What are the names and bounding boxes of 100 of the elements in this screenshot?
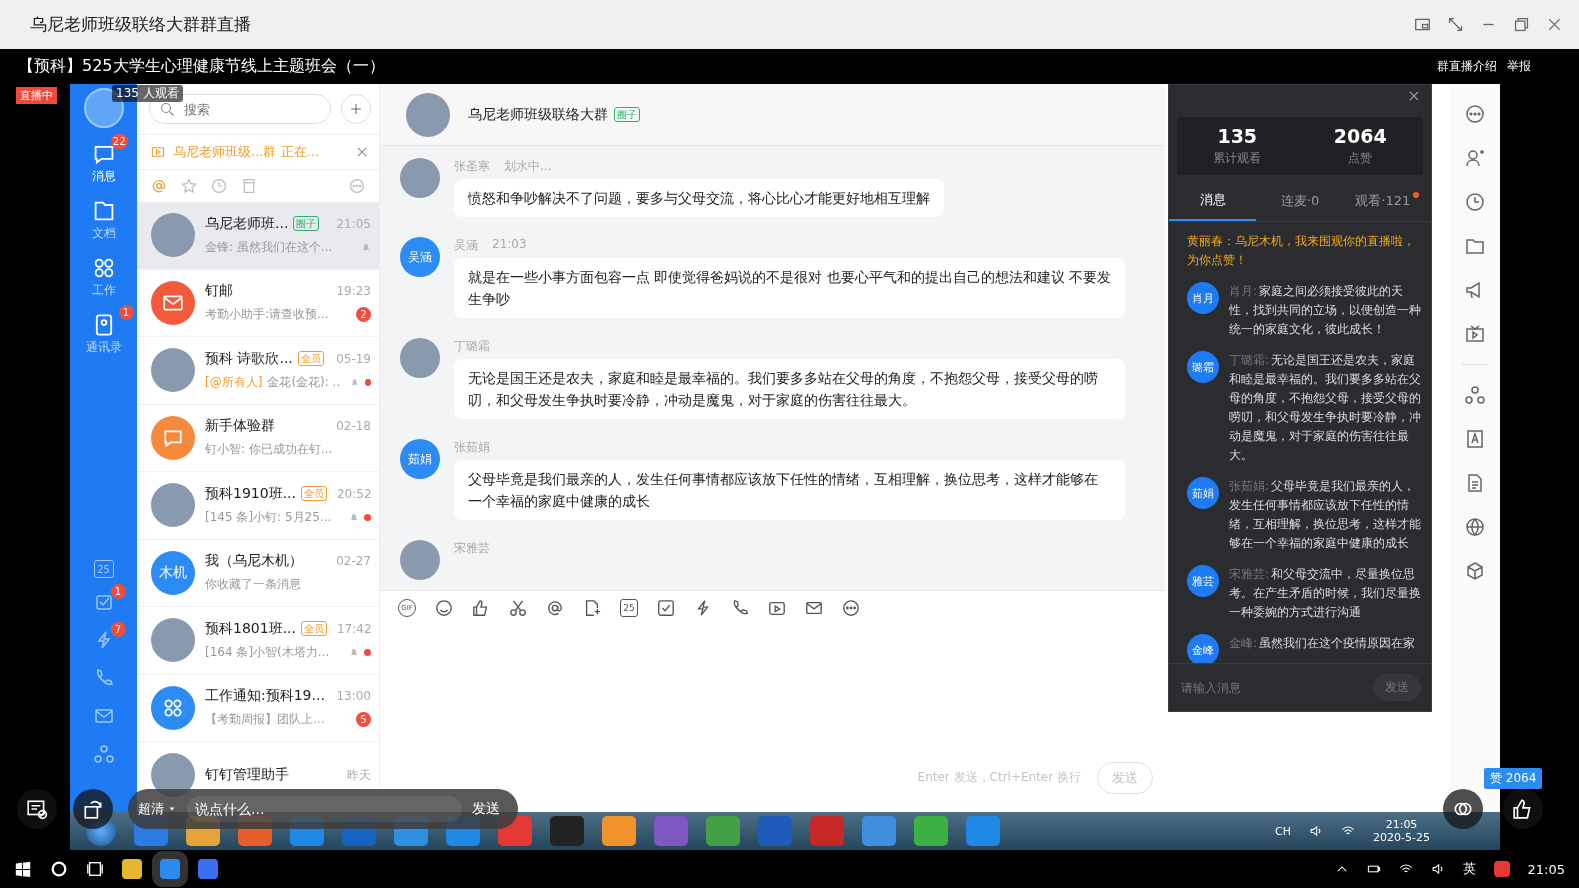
check-icon[interactable] [657, 599, 675, 617]
conversation-item[interactable]: 预科1801班... 全员 17:42 [164 条]小智(木塔力... [137, 607, 379, 675]
name-avatar: 吴涵 [400, 237, 440, 277]
report-link[interactable]: 举报 [1507, 58, 1531, 75]
close-icon[interactable] [355, 145, 369, 159]
group-tag: 圈子 [614, 107, 640, 122]
close-icon[interactable] [1546, 16, 1563, 33]
app-icon[interactable] [198, 859, 218, 879]
name-avatar: 茹娟 [400, 439, 440, 479]
message-preview: 考勤小助手:请查收预... [205, 306, 329, 324]
stream-title: 【预科】525大学生心理健康节线上主题班会（一） [18, 56, 385, 77]
emoji-icon[interactable] [435, 599, 453, 617]
add-person-icon[interactable] [1465, 148, 1485, 168]
task-view-icon[interactable] [86, 860, 104, 878]
conversation-name: 乌尼老师班... [205, 214, 289, 233]
document-icon[interactable] [1465, 473, 1485, 493]
panel-tab[interactable]: 连麦·0 [1256, 181, 1344, 221]
close-icon[interactable] [1407, 89, 1421, 103]
app-icon[interactable] [122, 859, 142, 879]
conversation-time: 20:52 [337, 486, 372, 501]
message-bubble: 无论是国王还是农夫，家庭和睦是最幸福的。我们要多多站在父母的角度，不抱怨父母，接受父母的唠叨，和父母发生争执时要冷静，冲动是魔鬼，对于家庭的伤害往往最大。 [454, 359, 1125, 419]
message-time: 21:03 [492, 237, 527, 253]
conversation-name: 预科1910班... [205, 484, 296, 503]
video-icon[interactable] [768, 599, 786, 617]
intro-link[interactable]: 群直播介绍 [1437, 58, 1497, 75]
message-bubble: 愤怒和争吵解决不了问题，要多与父母交流，将心比心才能更好地相互理解 [454, 179, 944, 217]
window-title: 乌尼老师班级联络大群群直播 [30, 13, 252, 36]
thumbs-up-icon[interactable] [1512, 798, 1534, 820]
cortana-icon[interactable] [50, 860, 68, 878]
scissors-icon[interactable] [509, 599, 527, 617]
more-icon[interactable] [1465, 104, 1485, 124]
conversation-item[interactable]: 预科 诗歌欣... 全员 05-19 [@所有人] 金花(金花): .. [137, 337, 379, 405]
at-icon[interactable] [546, 599, 564, 617]
message-field[interactable]: 请输入消息 [1179, 679, 1373, 696]
name-avatar: 金峰 [1187, 634, 1219, 663]
mail-icon[interactable] [805, 599, 823, 617]
likes-badge: 赞 2064 [1484, 768, 1543, 789]
like-button[interactable] [1503, 789, 1543, 829]
name-avatar: 雅芸 [1187, 565, 1219, 597]
conversation-item[interactable]: 木机 我（乌尼木机） 02-27 你收藏了一条消息 [137, 539, 379, 607]
avatar-photo [151, 213, 195, 258]
send-button[interactable]: 发送 [472, 800, 500, 818]
mention-tag: [@所有人] [205, 373, 263, 391]
viewer-count: 135 人观看 [112, 85, 183, 102]
more-icon[interactable] [842, 599, 860, 617]
tv-icon[interactable] [1465, 324, 1485, 344]
text-icon[interactable] [1465, 429, 1485, 449]
conversation-name: 钉钉管理助手 [205, 766, 289, 785]
thumbs-up-icon[interactable] [472, 599, 490, 617]
rotate-icon[interactable] [82, 798, 104, 820]
folder-icon[interactable] [1465, 236, 1485, 256]
sender-name: 张茹娟 [454, 439, 490, 456]
group-tag: 全员 [297, 351, 324, 367]
globe-icon[interactable] [1465, 517, 1485, 537]
unread-badge: 22 [110, 134, 128, 149]
people-icon[interactable] [1465, 385, 1485, 405]
stat-value: 135 [1217, 125, 1258, 147]
chat-title: 乌尼老师班级联络大群 [468, 105, 608, 124]
avatar-photo [151, 348, 195, 393]
unread-badge: 2 [356, 307, 371, 323]
panel-tab[interactable]: 消息 [1169, 181, 1257, 221]
message-preview: 金锋: 虽然我们在这个... [205, 238, 333, 256]
stat-value: 2064 [1333, 125, 1387, 147]
pip-icon[interactable] [1414, 16, 1431, 33]
input-method[interactable]: 英 [1462, 860, 1476, 878]
danmaku-off-icon[interactable] [26, 798, 48, 820]
unread-badge: 7 [110, 622, 126, 637]
message-preview: 你收藏了一条消息 [205, 576, 301, 594]
search-icon[interactable] [160, 102, 175, 117]
conversation-item[interactable]: 钉邮 19:23 考勤小助手:请查收预... 2 [137, 269, 379, 337]
file-add-icon[interactable] [583, 599, 601, 617]
danmaku-toggle[interactable] [17, 789, 57, 829]
calendar-button[interactable]: 25 [620, 599, 638, 617]
conversation-item[interactable]: 预科1910班... 全员 20:52 [145 条]小钉: 5月25... [137, 472, 379, 540]
windows-logo-icon[interactable] [14, 860, 32, 878]
clock-time: 21:05 [1385, 818, 1418, 831]
clock-icon[interactable] [1465, 192, 1485, 212]
expand-icon[interactable] [1447, 16, 1464, 33]
apps-icon[interactable] [162, 696, 184, 719]
stat-label: 点赞 [1348, 150, 1373, 167]
conversation-item[interactable]: 工作通知:预科19... 13:00 【考勤周报】团队上... 5 [137, 674, 379, 742]
comment-text: 肖月: 家庭之间必须接受彼此的天性，找到共同的立场，以便创造一种统一的家庭文化，彼此成长！ [1229, 283, 1421, 338]
language-indicator[interactable]: CH [1275, 824, 1292, 838]
conversation-time: 昨天 [347, 766, 371, 784]
conversation-item[interactable]: 乌尼老师班... 圈子 21:05 金锋: 虽然我们在这个... [137, 202, 379, 270]
lightning-icon[interactable] [694, 599, 712, 617]
conversation-time: 19:23 [336, 284, 371, 299]
conversation-time: 17:42 [337, 621, 372, 636]
panel-tab[interactable]: 观看·121 [1343, 181, 1431, 221]
conversation-name: 预科1801班... [205, 619, 296, 638]
conversation-item[interactable]: 新手体验群 02-18 钉小智: 你已成功在钉... [137, 404, 379, 472]
phone-icon[interactable] [731, 599, 749, 617]
cube-icon[interactable] [1465, 561, 1485, 581]
star-icon[interactable] [181, 178, 197, 194]
name-avatar: 茹娟 [1187, 477, 1219, 509]
sender-name: 丁璐霜 [454, 338, 490, 355]
unread-badge: 1 [118, 305, 134, 320]
restore-icon[interactable] [1513, 16, 1530, 33]
app-icon[interactable] [1493, 861, 1510, 877]
volume-icon[interactable] [1430, 862, 1445, 876]
